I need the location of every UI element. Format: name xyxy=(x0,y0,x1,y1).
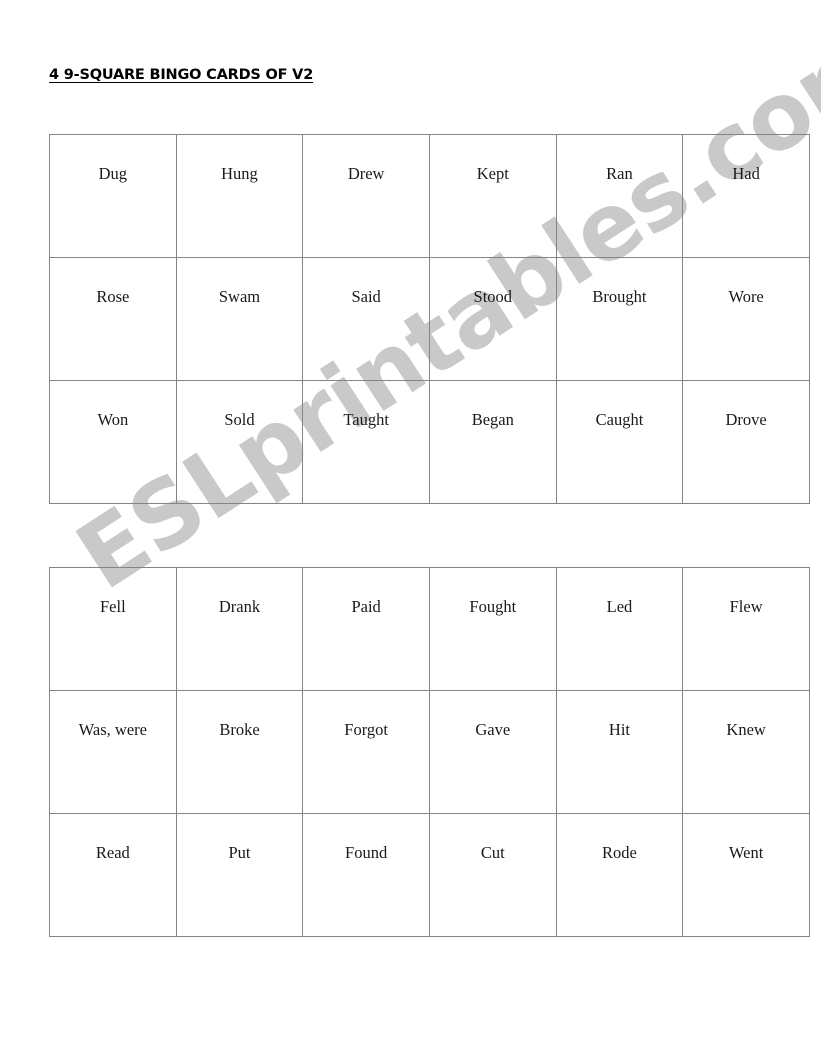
bingo-cell[interactable]: Hung xyxy=(175,134,304,258)
bingo-cell-label: Swam xyxy=(218,287,261,306)
table-row: Won Sold Taught Began Caught Drove xyxy=(49,380,810,504)
bingo-cell-label: Read xyxy=(95,843,130,862)
bingo-cell-label: Drank xyxy=(218,597,261,616)
bingo-cell[interactable]: Found xyxy=(302,813,430,937)
bingo-cell-label: Fell xyxy=(99,597,126,616)
bingo-cell[interactable]: Flew xyxy=(682,567,810,691)
bingo-cell-label: Stood xyxy=(473,287,513,306)
bingo-cell[interactable]: Said xyxy=(302,257,430,381)
bingo-cell-label: Wore xyxy=(728,287,764,306)
bingo-cell-label: Went xyxy=(728,843,764,862)
bingo-cell[interactable]: Stood xyxy=(428,257,557,381)
bingo-cell-label: Broke xyxy=(219,720,260,739)
bingo-cell[interactable]: Was, were xyxy=(49,690,177,814)
bingo-cell-label: Kept xyxy=(476,164,509,183)
bingo-cell[interactable]: Wore xyxy=(682,257,810,381)
bingo-cell-label: Knew xyxy=(726,720,766,739)
bingo-cell[interactable]: Paid xyxy=(302,567,430,691)
bingo-cell[interactable]: Forgot xyxy=(302,690,430,814)
bingo-cell[interactable]: Fell xyxy=(49,567,177,691)
bingo-cell[interactable]: Swam xyxy=(175,257,304,381)
table-row: Fell Drank Paid Fought Led Flew xyxy=(49,567,810,691)
bingo-cell[interactable]: Hit xyxy=(555,690,684,814)
bingo-cell-label: Taught xyxy=(343,410,389,429)
bingo-cell[interactable]: Caught xyxy=(555,380,684,504)
bingo-cell-label: Brought xyxy=(592,287,647,306)
bingo-cell[interactable]: Drank xyxy=(175,567,304,691)
bingo-cell[interactable]: Gave xyxy=(428,690,557,814)
bingo-cell[interactable]: Led xyxy=(555,567,684,691)
table-row: Was, were Broke Forgot Gave Hit Knew xyxy=(49,690,810,814)
bingo-cell-label: Won xyxy=(97,410,129,429)
bingo-cell[interactable]: Rode xyxy=(555,813,684,937)
bingo-cell-label: Put xyxy=(228,843,251,862)
document-page: ESLprintables.com 4 9-SQUARE BINGO CARDS… xyxy=(0,0,821,1062)
bingo-cell[interactable]: Kept xyxy=(428,134,557,258)
bingo-cell-label: Was, were xyxy=(78,720,147,739)
bingo-cell[interactable]: Cut xyxy=(428,813,557,937)
bingo-cell-label: Caught xyxy=(595,410,644,429)
bingo-cell-label: Sold xyxy=(224,410,255,429)
bingo-card-1: Dug Hung Drew Kept Ran Had Rose Swam Sai… xyxy=(49,134,810,504)
bingo-cell-label: Ran xyxy=(606,164,633,183)
bingo-cell[interactable]: Sold xyxy=(175,380,304,504)
bingo-cell[interactable]: Fought xyxy=(428,567,557,691)
page-title: 4 9-SQUARE BINGO CARDS OF V2 xyxy=(49,67,314,83)
bingo-cell[interactable]: Broke xyxy=(175,690,304,814)
bingo-cell-label: Hung xyxy=(221,164,258,183)
bingo-cell[interactable]: Taught xyxy=(302,380,430,504)
bingo-cell-label: Found xyxy=(345,843,388,862)
bingo-cell-label: Gave xyxy=(475,720,511,739)
bingo-cell[interactable]: Put xyxy=(175,813,304,937)
bingo-cell-label: Paid xyxy=(351,597,381,616)
bingo-cell-label: Rode xyxy=(602,843,637,862)
bingo-cell[interactable]: Read xyxy=(49,813,177,937)
bingo-cell-label: Fought xyxy=(469,597,517,616)
bingo-cell[interactable]: Had xyxy=(682,134,810,258)
bingo-cell[interactable]: Rose xyxy=(49,257,177,381)
bingo-cell-label: Had xyxy=(732,164,760,183)
table-row: Rose Swam Said Stood Brought Wore xyxy=(49,257,810,381)
bingo-cell[interactable]: Dug xyxy=(49,134,177,258)
bingo-cell[interactable]: Went xyxy=(682,813,810,937)
bingo-cell[interactable]: Knew xyxy=(682,690,810,814)
bingo-cell[interactable]: Drove xyxy=(682,380,810,504)
bingo-cell[interactable]: Drew xyxy=(302,134,430,258)
bingo-cell-label: Cut xyxy=(480,843,505,862)
bingo-cell-label: Hit xyxy=(608,720,630,739)
table-row: Read Put Found Cut Rode Went xyxy=(49,813,810,937)
bingo-cell-label: Forgot xyxy=(344,720,388,739)
bingo-cell-label: Led xyxy=(606,597,633,616)
bingo-cell-label: Rose xyxy=(96,287,130,306)
table-row: Dug Hung Drew Kept Ran Had xyxy=(49,134,810,258)
bingo-cell-label: Began xyxy=(471,410,514,429)
bingo-cell[interactable]: Brought xyxy=(555,257,684,381)
bingo-cell-label: Drew xyxy=(347,164,385,183)
bingo-cell-label: Said xyxy=(351,287,381,306)
bingo-card-2: Fell Drank Paid Fought Led Flew Was, wer… xyxy=(49,567,810,937)
bingo-cell-label: Drove xyxy=(725,410,767,429)
bingo-cell-label: Flew xyxy=(729,597,763,616)
bingo-cell-label: Dug xyxy=(98,164,128,183)
bingo-cell[interactable]: Ran xyxy=(555,134,684,258)
bingo-cell[interactable]: Won xyxy=(49,380,177,504)
bingo-cell[interactable]: Began xyxy=(428,380,557,504)
